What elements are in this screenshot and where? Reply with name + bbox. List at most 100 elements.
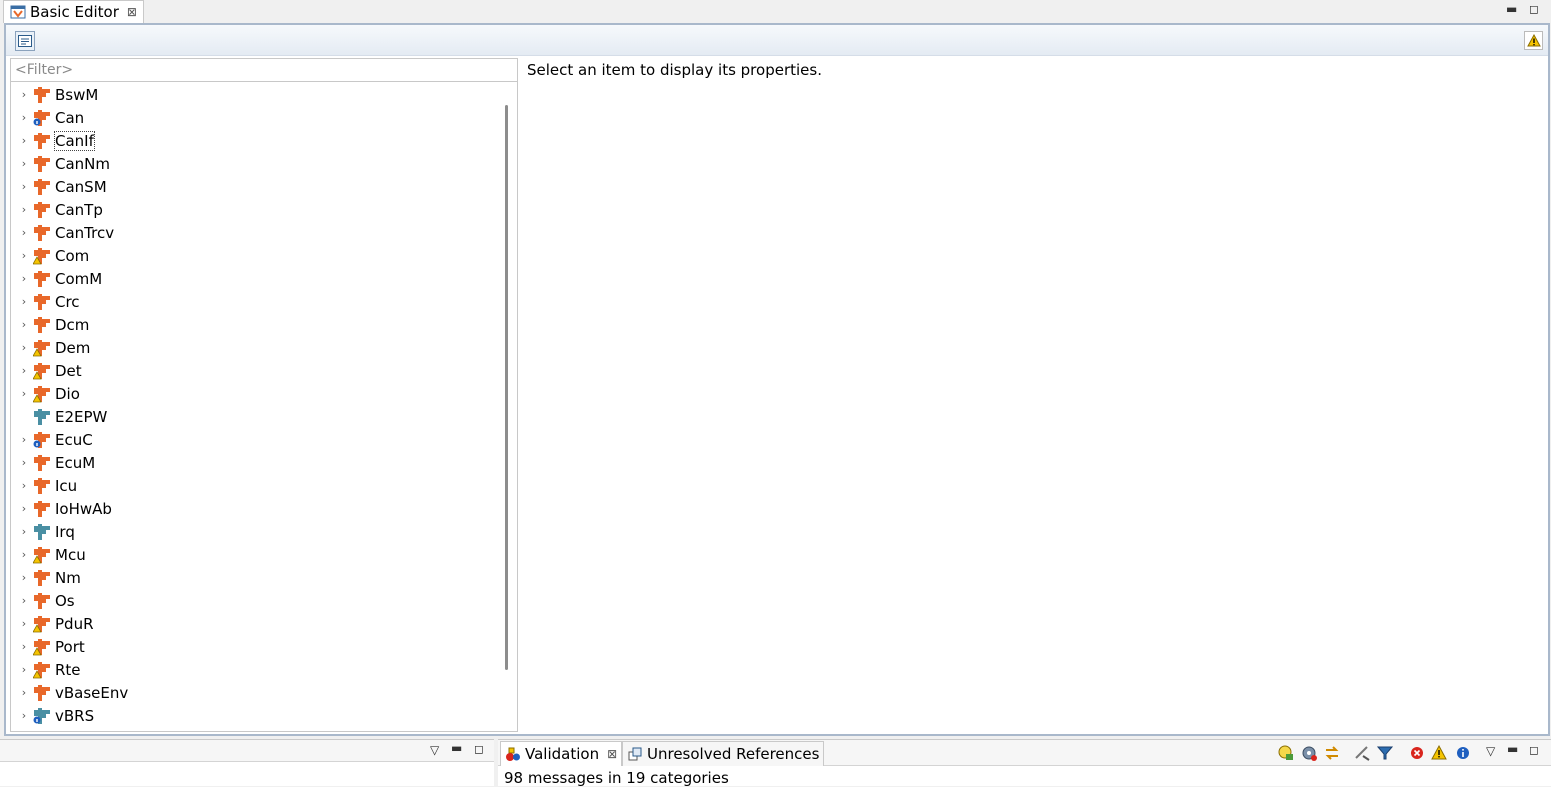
- tree-item[interactable]: › Port: [11, 635, 496, 658]
- tree-item[interactable]: › Dem: [11, 336, 496, 359]
- minimize-icon[interactable]: ▬: [451, 741, 462, 755]
- tree-item[interactable]: › CanTrcv: [11, 221, 496, 244]
- tree-item[interactable]: › IoHwAb: [11, 497, 496, 520]
- tab-basic-editor[interactable]: Basic Editor ⊠: [3, 0, 144, 23]
- filter-highlight-icon[interactable]: [1277, 744, 1295, 762]
- references-icon: [628, 747, 642, 761]
- tree-item[interactable]: › Det: [11, 359, 496, 382]
- module-orange-icon: [33, 155, 51, 173]
- tree-item[interactable]: › CanNm: [11, 152, 496, 175]
- tree-item[interactable]: › BswM: [11, 83, 496, 106]
- tree-item-label: PduR: [55, 614, 94, 633]
- module-lock-teal-icon: [33, 707, 51, 725]
- filter-input[interactable]: [11, 59, 517, 82]
- properties-placeholder-text: Select an item to display its properties…: [527, 61, 822, 79]
- tree-item[interactable]: › Dio: [11, 382, 496, 405]
- tree-item[interactable]: › Icu: [11, 474, 496, 497]
- tree-item[interactable]: › Os: [11, 589, 496, 612]
- close-icon[interactable]: ⊠: [127, 5, 137, 19]
- chevron-right-icon[interactable]: ›: [17, 226, 31, 239]
- tree-item-label: CanNm: [55, 154, 111, 173]
- close-icon[interactable]: ⊠: [607, 747, 617, 761]
- problems-button[interactable]: [1524, 31, 1543, 50]
- tree-item[interactable]: › Nm: [11, 566, 496, 589]
- module-orange-icon: [33, 500, 51, 518]
- maximize-icon[interactable]: ◻: [1529, 2, 1539, 16]
- tree-item[interactable]: › ComM: [11, 267, 496, 290]
- tree-item[interactable]: › PduR: [11, 612, 496, 635]
- sync-icon[interactable]: [1323, 744, 1341, 762]
- chevron-right-icon[interactable]: ›: [17, 387, 31, 400]
- tree-item[interactable]: › EcuC: [11, 428, 496, 451]
- settings-icon[interactable]: [1300, 744, 1318, 762]
- tree-item[interactable]: › CanSM: [11, 175, 496, 198]
- tree-item[interactable]: › Mcu: [11, 543, 496, 566]
- chevron-right-icon[interactable]: ›: [17, 525, 31, 538]
- module-warning-icon: [32, 362, 51, 380]
- module-orange-icon: [33, 178, 51, 196]
- chevron-right-icon[interactable]: ›: [17, 180, 31, 193]
- tree-item-label: CanTp: [55, 200, 103, 219]
- chevron-right-icon[interactable]: ›: [17, 272, 31, 285]
- chevron-right-icon[interactable]: ›: [17, 318, 31, 331]
- tree-item[interactable]: › Crc: [11, 290, 496, 313]
- chevron-right-icon[interactable]: ›: [17, 594, 31, 607]
- tree-item[interactable]: › Dcm: [11, 313, 496, 336]
- chevron-right-icon[interactable]: ›: [17, 249, 31, 262]
- layout-toggle-button[interactable]: [15, 31, 35, 51]
- chevron-right-icon[interactable]: ›: [17, 709, 31, 722]
- tree-item-label: Icu: [55, 476, 78, 495]
- maximize-icon[interactable]: ◻: [1529, 743, 1539, 757]
- chevron-right-icon[interactable]: ›: [17, 456, 31, 469]
- module-orange-icon: [33, 270, 51, 288]
- tree-item[interactable]: › CanTp: [11, 198, 496, 221]
- tab-validation[interactable]: Validation ⊠: [500, 741, 623, 766]
- module-warning-icon: [32, 339, 51, 357]
- maximize-icon[interactable]: ◻: [474, 742, 484, 756]
- tree-item[interactable]: ›E2EPW: [11, 405, 496, 428]
- chevron-right-icon[interactable]: ›: [17, 88, 31, 101]
- chevron-right-icon[interactable]: ›: [17, 502, 31, 515]
- info-filter-icon[interactable]: [1454, 744, 1472, 762]
- tree-item[interactable]: › EcuM: [11, 451, 496, 474]
- filter-icon[interactable]: [1376, 744, 1394, 762]
- tree-item[interactable]: › Rte: [11, 658, 496, 681]
- chevron-right-icon[interactable]: ›: [17, 617, 31, 630]
- chevron-right-icon[interactable]: ›: [17, 640, 31, 653]
- tree-item-label: Com: [55, 246, 90, 265]
- chevron-right-icon[interactable]: ›: [17, 295, 31, 308]
- chevron-right-icon[interactable]: ›: [17, 111, 31, 124]
- minimize-icon[interactable]: ▬: [1507, 742, 1518, 756]
- tree-item[interactable]: › CanIf: [11, 129, 496, 152]
- tree-item[interactable]: › Irq: [11, 520, 496, 543]
- module-warning-icon: [32, 385, 51, 403]
- editor-toolbar: [6, 25, 1548, 56]
- tree-item[interactable]: › Can: [11, 106, 496, 129]
- error-filter-icon[interactable]: [1408, 744, 1426, 762]
- tree-item-label: E2EPW: [55, 407, 108, 426]
- chevron-right-icon[interactable]: ›: [17, 134, 31, 147]
- clear-icon[interactable]: [1353, 744, 1371, 762]
- chevron-right-icon[interactable]: ›: [17, 479, 31, 492]
- validation-tab-bar: Validation ⊠ Unresolved References ▽ ▬ ◻: [498, 740, 1551, 766]
- view-menu-icon[interactable]: ▽: [1486, 744, 1495, 758]
- chevron-right-icon[interactable]: ›: [17, 571, 31, 584]
- chevron-right-icon[interactable]: ›: [17, 203, 31, 216]
- warning-filter-icon[interactable]: [1430, 744, 1448, 762]
- minimize-icon[interactable]: ▬: [1506, 2, 1517, 16]
- tree-vertical-scrollbar[interactable]: [497, 83, 517, 731]
- chevron-right-icon[interactable]: ›: [17, 157, 31, 170]
- chevron-right-icon[interactable]: ›: [17, 364, 31, 377]
- tree-item[interactable]: › Com: [11, 244, 496, 267]
- tab-unresolved-references[interactable]: Unresolved References: [622, 741, 825, 766]
- view-menu-icon[interactable]: ▽: [430, 743, 439, 757]
- chevron-right-icon[interactable]: ›: [17, 341, 31, 354]
- tree-item[interactable]: › vBaseEnv: [11, 681, 496, 704]
- chevron-right-icon[interactable]: ›: [17, 686, 31, 699]
- chevron-right-icon[interactable]: ›: [17, 433, 31, 446]
- chevron-right-icon[interactable]: ›: [17, 663, 31, 676]
- tree-item-label: Os: [55, 591, 75, 610]
- tree-item[interactable]: › vBRS: [11, 704, 496, 727]
- scrollbar-thumb[interactable]: [505, 105, 508, 670]
- chevron-right-icon[interactable]: ›: [17, 548, 31, 561]
